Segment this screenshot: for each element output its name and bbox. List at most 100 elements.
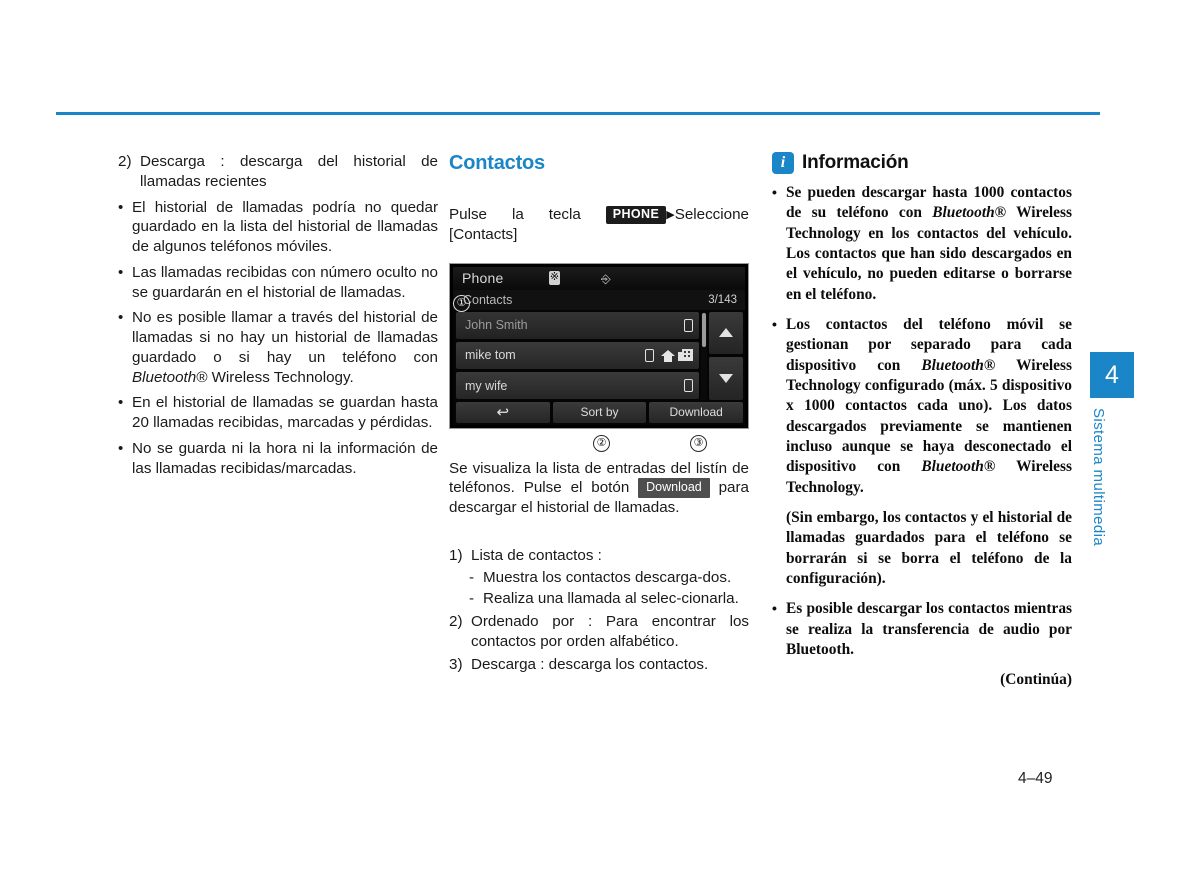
info-bullet-3: • Es posible descargar los contactos mie… bbox=[772, 599, 1072, 660]
legend-item-2-text: Ordenado por : Para encontrar los contac… bbox=[471, 613, 749, 650]
contact-list: John Smith mike tom my wife bbox=[456, 311, 699, 400]
dash-marker: - bbox=[469, 590, 475, 608]
screen-footer: ↩ Sort by Download bbox=[453, 400, 745, 425]
info-bullet-2: • Los contactos del teléfono móvil se ge… bbox=[772, 315, 1072, 498]
screen-title: Phone bbox=[462, 270, 504, 286]
chevron-down-icon bbox=[719, 373, 733, 383]
chapter-label: Sistema multimedia bbox=[1090, 408, 1107, 547]
scrollbar[interactable] bbox=[701, 311, 707, 400]
callout-marker-2: ② bbox=[593, 434, 610, 452]
numbered-item-2-marker: 2) bbox=[118, 153, 132, 170]
bullet-dot-icon: • bbox=[118, 394, 124, 412]
contact-icons bbox=[684, 379, 693, 393]
left-bullet-2-text: Las llamadas recibidas con número oculto… bbox=[132, 263, 438, 301]
continued-label: (Continúa) bbox=[1000, 671, 1072, 689]
usb-icon: ⎆ bbox=[601, 271, 611, 286]
info-paragraph: (Sin embargo, los contactos y el histori… bbox=[786, 508, 1072, 587]
legend-item-2: 2) Ordenado por : Para encontrar los con… bbox=[449, 612, 749, 652]
download-button[interactable]: Download bbox=[649, 401, 744, 423]
left-bullet-5: • No se guarda ni la hora ni la informac… bbox=[118, 439, 438, 479]
bluetooth-trademark: Bluetooth® bbox=[932, 204, 1007, 222]
contact-icons bbox=[684, 318, 693, 332]
back-arrow-icon: ↩ bbox=[496, 404, 510, 421]
contact-name: mike tom bbox=[465, 348, 516, 363]
contact-icons bbox=[645, 348, 693, 363]
info-title: Información bbox=[802, 152, 909, 173]
screen-body: John Smith mike tom my wife bbox=[453, 310, 745, 400]
legend-item-1: 1) Lista de contactos : bbox=[449, 546, 749, 566]
list-item[interactable]: mike tom bbox=[456, 341, 699, 370]
callout-marker-3: ③ bbox=[690, 434, 707, 452]
chapter-number: 4 bbox=[1090, 352, 1134, 398]
scroll-down-button[interactable] bbox=[709, 357, 743, 400]
legend-subitem-1: - Muestra los contactos descarga‑dos. bbox=[449, 568, 749, 588]
mobile-phone-icon bbox=[645, 348, 654, 362]
chevron-up-icon bbox=[719, 328, 733, 338]
info-bullet-3-text: Es posible descargar los contactos mient… bbox=[786, 600, 1072, 658]
left-bullet-2: • Las llamadas recibidas con número ocul… bbox=[118, 263, 438, 303]
bluetooth-trademark: Bluetooth® bbox=[921, 458, 996, 476]
arrow-right-icon: ▶ bbox=[666, 209, 675, 221]
screen-mockup-wrapper: Phone ※ ⎆ Contacts 3/143 John Smith mike… bbox=[449, 262, 749, 452]
download-badge[interactable]: Download bbox=[638, 478, 710, 498]
page-number: 4–49 bbox=[1018, 770, 1053, 787]
legend-subitem-2: - Realiza una llamada al selec‑cionarla. bbox=[449, 589, 749, 609]
left-bullet-3-before: No es posible llamar a través del histor… bbox=[132, 309, 438, 366]
scroll-up-button[interactable] bbox=[709, 311, 743, 354]
contact-name: my wife bbox=[465, 378, 508, 393]
right-column: i Información • Se pueden descargar hast… bbox=[772, 152, 1072, 691]
bullet-dot-icon: • bbox=[772, 184, 777, 200]
legend-subitem-1-text: Muestra los contactos descarga‑dos. bbox=[483, 568, 732, 586]
phone-key-badge[interactable]: PHONE bbox=[605, 206, 667, 225]
legend-item-3-text: Descarga : descarga los contactos. bbox=[471, 655, 709, 673]
numbered-item-2: 2) Descarga : descarga del historial de … bbox=[118, 152, 438, 192]
info-bullet-2-text: Los contactos del teléfono móvil se gest… bbox=[786, 315, 1072, 498]
legend-item-2-marker: 2) bbox=[449, 613, 463, 630]
callout-marker-1: ① bbox=[453, 294, 470, 312]
callout-legend: 1) Lista de contactos : - Muestra los co… bbox=[449, 546, 749, 675]
left-bullet-4: • En el historial de llamadas se guardan… bbox=[118, 393, 438, 433]
instruction-line: Pulse la tecla PHONE ▶Seleccione [Contact… bbox=[449, 205, 749, 245]
infotainment-screen-mockup: Phone ※ ⎆ Contacts 3/143 John Smith mike… bbox=[449, 262, 749, 429]
chapter-side-tab: 4 Sistema multimedia bbox=[1090, 352, 1134, 546]
bullet-dot-icon: • bbox=[118, 263, 124, 281]
manual-page: 2) Descarga : descarga del historial de … bbox=[0, 0, 1200, 875]
bullet-dot-icon: • bbox=[118, 439, 124, 457]
dash-marker: - bbox=[469, 568, 475, 586]
bluetooth-trademark: Bluetooth® bbox=[921, 356, 996, 374]
list-item[interactable]: John Smith bbox=[456, 311, 699, 339]
header-rule bbox=[56, 112, 1100, 115]
bullet-dot-icon: • bbox=[772, 600, 777, 617]
sort-by-button[interactable]: Sort by bbox=[552, 401, 647, 423]
middle-column: Contactos Pulse la tecla PHONE ▶Seleccion… bbox=[449, 152, 749, 676]
info-body: • Se pueden descargar hasta 1000 contact… bbox=[772, 183, 1072, 691]
section-heading: Contactos bbox=[449, 152, 545, 174]
screen-description: Se visualiza la lista de entradas del li… bbox=[449, 459, 749, 518]
back-button[interactable]: ↩ bbox=[456, 401, 550, 423]
home-icon bbox=[661, 350, 675, 363]
info-icon: i bbox=[772, 152, 794, 174]
left-bullet-1: • El historial de llamadas podría no que… bbox=[118, 198, 438, 257]
info-header: i Información bbox=[772, 152, 1072, 174]
bullet-dot-icon: • bbox=[118, 198, 124, 216]
scrollbar-thumb[interactable] bbox=[702, 312, 706, 347]
screen-titlebar: Phone ※ ⎆ bbox=[453, 266, 745, 290]
info-bullet-1: • Se pueden descargar hasta 1000 contact… bbox=[772, 183, 1072, 305]
legend-item-3-marker: 3) bbox=[449, 655, 463, 673]
mobile-phone-icon bbox=[684, 379, 693, 393]
numbered-item-2-text: Descarga : descarga del historial de lla… bbox=[140, 153, 438, 190]
bullet-dot-icon: • bbox=[772, 315, 777, 332]
legend-subitem-2-text: Realiza una llamada al selec‑cionarla. bbox=[483, 590, 739, 608]
left-bullet-3-after: Wireless Technology. bbox=[207, 368, 354, 386]
scroll-arrows bbox=[709, 311, 743, 400]
list-item[interactable]: my wife bbox=[456, 372, 699, 400]
left-bullet-1-text: El historial de llamadas podría no queda… bbox=[132, 198, 438, 256]
bullet-dot-icon: • bbox=[118, 309, 124, 327]
left-bullet-3-text: No es posible llamar a través del histor… bbox=[132, 308, 438, 387]
bluetooth-icon: ※ bbox=[549, 270, 560, 285]
screen-entry-count: 3/143 bbox=[708, 293, 737, 306]
info-bullet-1-text: Se pueden descargar hasta 1000 contactos… bbox=[786, 183, 1072, 305]
contact-name: John Smith bbox=[465, 318, 528, 333]
left-bullet-3: • No es posible llamar a través del hist… bbox=[118, 308, 438, 387]
bluetooth-trademark: Bluetooth® bbox=[132, 368, 208, 386]
